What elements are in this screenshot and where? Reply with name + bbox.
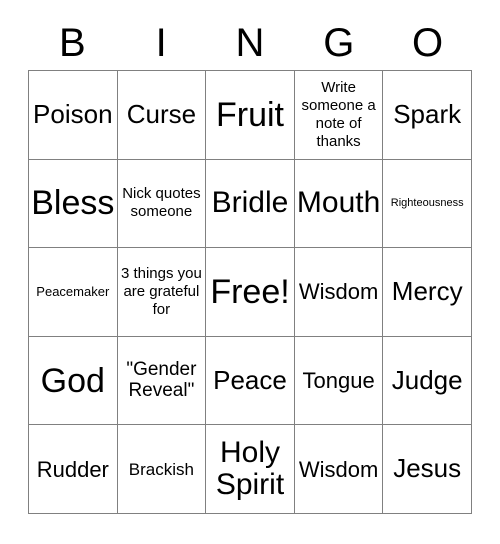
bingo-cell[interactable]: Righteousness bbox=[383, 159, 472, 249]
bingo-cell[interactable]: Fruit bbox=[206, 71, 295, 160]
bingo-cell-label: Mercy bbox=[391, 276, 463, 307]
header-letter-text: B bbox=[59, 21, 86, 65]
bingo-cell-label: Peacemaker bbox=[36, 284, 110, 300]
bingo-cell-label: Brackish bbox=[128, 459, 194, 479]
bingo-header-letter-g: G bbox=[294, 18, 383, 68]
bingo-cell[interactable]: Spark bbox=[383, 71, 472, 160]
bingo-cell[interactable]: Mercy bbox=[383, 248, 472, 337]
header-letter-text: O bbox=[412, 21, 444, 65]
bingo-cell-label: Spark bbox=[393, 99, 462, 130]
header-letter-text: I bbox=[155, 21, 167, 65]
bingo-header-letter-b: B bbox=[28, 18, 117, 68]
header-letter-text: G bbox=[323, 21, 355, 65]
bingo-cell[interactable]: Bless bbox=[29, 159, 118, 249]
header-letter-text: N bbox=[235, 21, 265, 65]
bingo-cell[interactable]: God bbox=[29, 336, 118, 426]
bingo-cell[interactable]: Wisdom bbox=[294, 248, 384, 337]
bingo-cell-label: Wisdom bbox=[298, 456, 379, 482]
bingo-cell[interactable]: Mouth bbox=[294, 159, 384, 249]
bingo-cell[interactable]: Bridle bbox=[206, 159, 295, 249]
bingo-cell[interactable]: Curse bbox=[117, 71, 207, 160]
bingo-cell[interactable]: Judge bbox=[383, 336, 472, 426]
bingo-free-space-cell[interactable]: Free! bbox=[206, 248, 295, 337]
bingo-cell-label: Write someone a note of thanks bbox=[301, 78, 376, 150]
bingo-cell-label: Peace bbox=[213, 364, 287, 395]
bingo-cell[interactable]: Tongue bbox=[294, 336, 384, 426]
bingo-cell-label: Jesus bbox=[393, 453, 462, 484]
bingo-cell-label: Judge bbox=[391, 364, 463, 395]
bingo-cell[interactable]: Peacemaker bbox=[29, 248, 118, 337]
bingo-cell-label: Bridle bbox=[211, 186, 289, 220]
bingo-cell-label: Holy Spirit bbox=[215, 436, 285, 502]
bingo-cell[interactable]: Brackish bbox=[117, 425, 207, 514]
bingo-cell[interactable]: Peace bbox=[206, 336, 295, 426]
bingo-cell-label: Tongue bbox=[302, 367, 375, 393]
bingo-cell-label: Rudder bbox=[36, 456, 109, 482]
bingo-cell-label: Nick quotes someone bbox=[122, 185, 201, 221]
bingo-header-letter-n: N bbox=[206, 18, 295, 68]
bingo-card: B I N G O Poison Curse Fruit Write someone … bbox=[0, 0, 500, 544]
bingo-header-letter-o: O bbox=[383, 18, 472, 68]
bingo-cell-label: God bbox=[40, 361, 105, 400]
bingo-cell[interactable]: Jesus bbox=[383, 425, 472, 514]
bingo-cell[interactable]: 3 things you are grateful for bbox=[117, 248, 207, 337]
bingo-cell[interactable]: Rudder bbox=[29, 425, 118, 514]
bingo-cell-label: Free! bbox=[210, 272, 290, 311]
bingo-header-row: B I N G O bbox=[28, 18, 472, 68]
bingo-cell-label: Bless bbox=[31, 184, 115, 223]
bingo-cell-label: Righteousness bbox=[390, 196, 464, 209]
bingo-cell-label: 3 things you are grateful for bbox=[120, 264, 202, 318]
bingo-cell-label: Mouth bbox=[296, 186, 381, 220]
bingo-grid: Poison Curse Fruit Write someone a note of … bbox=[28, 70, 472, 514]
bingo-cell-label: Curse bbox=[126, 99, 197, 130]
bingo-cell[interactable]: Wisdom bbox=[294, 425, 384, 514]
bingo-cell[interactable]: Write someone a note of thanks bbox=[294, 71, 384, 160]
bingo-cell[interactable]: Holy Spirit bbox=[206, 425, 295, 514]
bingo-cell-label: Poison bbox=[33, 99, 113, 130]
bingo-cell[interactable]: Poison bbox=[29, 71, 118, 160]
bingo-header-letter-i: I bbox=[117, 18, 206, 68]
bingo-cell-label: "Gender Reveal" bbox=[126, 359, 197, 401]
bingo-cell-label: Fruit bbox=[215, 95, 284, 134]
bingo-cell[interactable]: Nick quotes someone bbox=[117, 159, 207, 249]
bingo-cell-label: Wisdom bbox=[298, 279, 379, 305]
bingo-cell[interactable]: "Gender Reveal" bbox=[117, 336, 207, 426]
